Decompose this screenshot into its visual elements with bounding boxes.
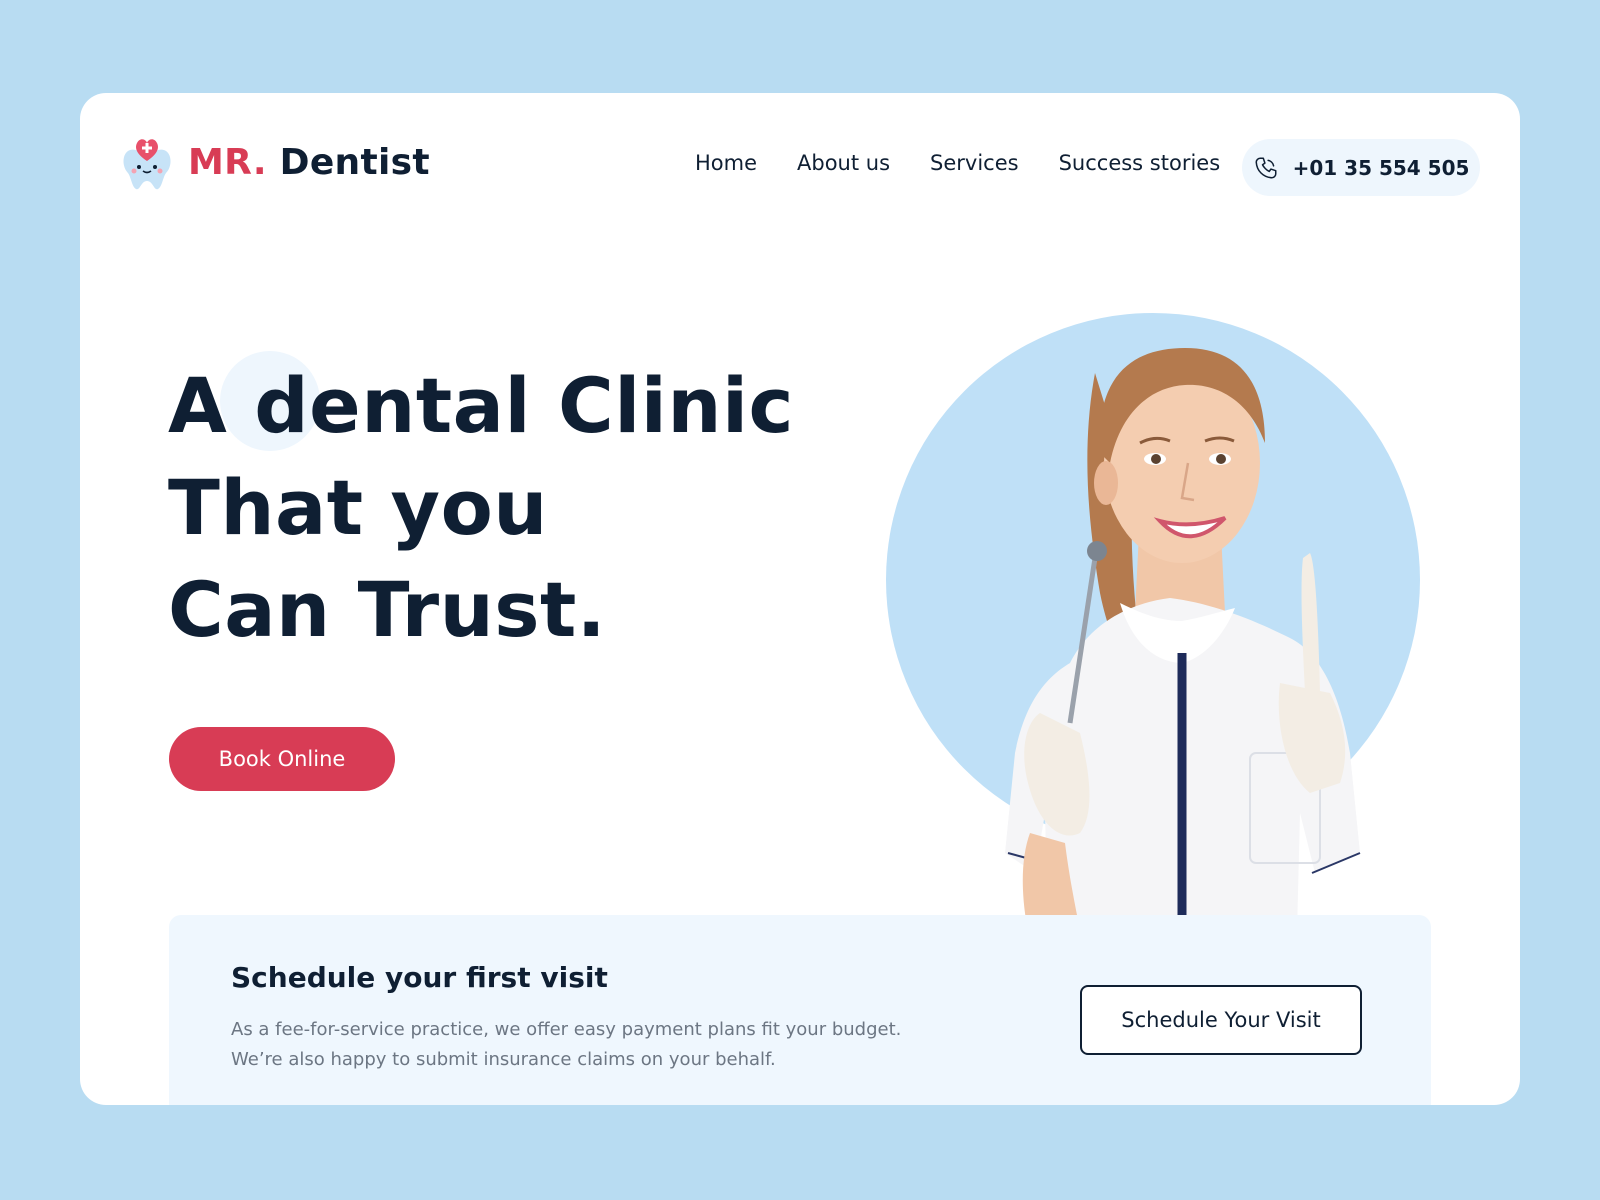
schedule-visit-button[interactable]: Schedule Your Visit bbox=[1080, 985, 1362, 1055]
schedule-title: Schedule your first visit bbox=[231, 961, 608, 994]
tooth-heart-icon bbox=[123, 139, 171, 190]
brand-logo[interactable]: MR. Dentist bbox=[120, 133, 430, 191]
phone-contact-button[interactable]: +01 35 554 505 bbox=[1242, 139, 1480, 196]
nav-item-services[interactable]: Services bbox=[930, 151, 1019, 175]
nav-item-home[interactable]: Home bbox=[695, 151, 757, 175]
brand-prefix: MR. bbox=[188, 141, 267, 183]
schedule-description: As a fee-for-service practice, we offer … bbox=[231, 1015, 951, 1075]
hero-title-line-2: That you bbox=[168, 463, 548, 552]
schedule-description-line-2: We’re also happy to submit insurance cla… bbox=[231, 1049, 776, 1070]
nav-item-success-stories[interactable]: Success stories bbox=[1059, 151, 1221, 175]
main-nav: Home About us Services Success stories bbox=[695, 151, 1220, 175]
hero-title-line-1: A dental Clinic bbox=[168, 361, 795, 450]
brand-name: MR. Dentist bbox=[188, 142, 430, 183]
schedule-description-line-1: As a fee-for-service practice, we offer … bbox=[231, 1019, 902, 1040]
phone-number: +01 35 554 505 bbox=[1292, 155, 1470, 180]
book-online-button[interactable]: Book Online bbox=[169, 727, 395, 791]
brand-title: Dentist bbox=[279, 141, 430, 183]
hero-title-line-3: Can Trust. bbox=[168, 565, 607, 654]
landing-card: MR. Dentist Home About us Services Succe… bbox=[80, 93, 1520, 1105]
hero-title: A dental Clinic That you Can Trust. bbox=[168, 355, 794, 661]
nav-item-about-us[interactable]: About us bbox=[797, 151, 890, 175]
dentist-photo bbox=[1005, 348, 1361, 1013]
schedule-panel: Schedule your first visit As a fee-for-s… bbox=[169, 915, 1431, 1105]
phone-icon bbox=[1255, 156, 1277, 179]
